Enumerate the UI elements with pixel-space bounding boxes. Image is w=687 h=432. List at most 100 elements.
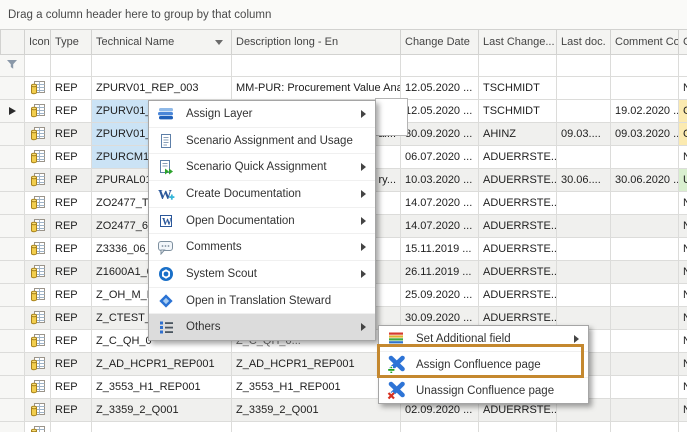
row-indicator[interactable]: [0, 77, 25, 100]
cell-confluence[interactable]: N: [679, 307, 687, 330]
row-indicator[interactable]: [0, 422, 25, 432]
column-header-type[interactable]: Type: [51, 29, 92, 55]
menu-item-assign-confluence-page[interactable]: Assign Confluence page: [379, 351, 588, 377]
row-indicator[interactable]: [0, 307, 25, 330]
cell-last_doc[interactable]: [557, 261, 611, 284]
report-icon-cell[interactable]: [25, 215, 51, 238]
cell-change_date[interactable]: 25.09.2020 ...: [401, 284, 479, 307]
cell-confluence[interactable]: N: [679, 376, 687, 399]
column-header-technical_name[interactable]: Technical Name: [92, 29, 232, 55]
cell-last_doc[interactable]: 30.06....: [557, 169, 611, 192]
menu-item-others[interactable]: Others: [149, 313, 375, 340]
cell-description[interactable]: Z_3359_2_Q001: [232, 399, 401, 422]
cell-comment_date[interactable]: [611, 238, 679, 261]
cell-change_date[interactable]: 30.09.2020 ...: [401, 123, 479, 146]
cell-technical_name[interactable]: Z_3359_2_Q001: [92, 399, 232, 422]
cell-confluence[interactable]: N: [679, 77, 687, 100]
cell-change_date[interactable]: [401, 422, 479, 432]
menu-item-open-in-translation-steward[interactable]: Open in Translation Steward: [149, 287, 375, 314]
menu-item-unassign-confluence-page[interactable]: Unassign Confluence page: [379, 377, 588, 403]
cell-type[interactable]: REP: [51, 169, 92, 192]
menu-item-open-documentation[interactable]: WOpen Documentation: [149, 207, 375, 234]
menu-item-scenario-quick-assignment[interactable]: Scenario Quick Assignment: [149, 153, 375, 180]
cell-last_changed_by[interactable]: TSCHMIDT: [479, 100, 557, 123]
filter-cell-technical_name[interactable]: [92, 55, 232, 77]
cell-technical_name[interactable]: [92, 422, 232, 432]
menu-item-scenario-assignment-and-usage[interactable]: Scenario Assignment and Usage: [149, 127, 375, 154]
cell-type[interactable]: REP: [51, 353, 92, 376]
cell-comment_date[interactable]: [611, 330, 679, 353]
cell-last_changed_by[interactable]: ADUERRSTE...: [479, 192, 557, 215]
row-indicator[interactable]: [0, 330, 25, 353]
cell-last_doc[interactable]: [557, 284, 611, 307]
cell-description[interactable]: Z_AD_HCPR1_REP001: [232, 353, 401, 376]
cell-last_changed_by[interactable]: ADUERRSTE...: [479, 238, 557, 261]
filter-cell-confluence[interactable]: [679, 55, 687, 77]
row-indicator[interactable]: [0, 376, 25, 399]
report-icon-cell[interactable]: [25, 399, 51, 422]
cell-comment_date[interactable]: [611, 77, 679, 100]
filter-cell-last_changed_by[interactable]: [479, 55, 557, 77]
column-header-description[interactable]: Description long - En: [232, 29, 401, 55]
cell-confluence[interactable]: N: [679, 353, 687, 376]
cell-last_changed_by[interactable]: ADUERRSTE...: [479, 215, 557, 238]
report-icon-cell[interactable]: [25, 307, 51, 330]
report-icon-cell[interactable]: [25, 192, 51, 215]
report-icon-cell[interactable]: [25, 330, 51, 353]
cell-comment_date[interactable]: [611, 146, 679, 169]
cell-technical_name[interactable]: ZPURV01_REP_003: [92, 77, 232, 100]
cell-confluence[interactable]: U: [679, 169, 687, 192]
cell-comment_date[interactable]: [611, 376, 679, 399]
row-indicator[interactable]: [0, 146, 25, 169]
cell-comment_date[interactable]: [611, 307, 679, 330]
cell-confluence[interactable]: C: [679, 123, 687, 146]
cell-comment_date[interactable]: [611, 353, 679, 376]
cell-type[interactable]: REP: [51, 376, 92, 399]
report-icon-cell[interactable]: [25, 123, 51, 146]
row-indicator[interactable]: [0, 215, 25, 238]
filter-cell-change_date[interactable]: [401, 55, 479, 77]
cell-technical_name[interactable]: Z_3553_H1_REP001: [92, 376, 232, 399]
cell-type[interactable]: REP: [51, 399, 92, 422]
row-indicator[interactable]: [0, 284, 25, 307]
cell-type[interactable]: REP: [51, 330, 92, 353]
row-indicator[interactable]: [0, 261, 25, 284]
cell-last_doc[interactable]: [557, 215, 611, 238]
report-icon-cell[interactable]: [25, 146, 51, 169]
cell-type[interactable]: REP: [51, 123, 92, 146]
column-header-confluence[interactable]: C: [679, 29, 687, 55]
cell-technical_name[interactable]: Z_AD_HCPR1_REP001: [92, 353, 232, 376]
row-indicator[interactable]: [0, 353, 25, 376]
filter-cell-type[interactable]: [51, 55, 92, 77]
filter-cell-icon[interactable]: [25, 55, 51, 77]
row-indicator[interactable]: [0, 238, 25, 261]
cell-confluence[interactable]: N: [679, 330, 687, 353]
menu-item-assign-layer[interactable]: Assign Layer: [149, 101, 375, 127]
cell-last_changed_by[interactable]: ADUERRSTE...: [479, 261, 557, 284]
cell-change_date[interactable]: 14.07.2020 ...: [401, 215, 479, 238]
cell-change_date[interactable]: 12.05.2020 ...: [401, 77, 479, 100]
cell-description[interactable]: MM-PUR: Procurement Value Anal...: [232, 77, 401, 100]
cell-comment_date[interactable]: [611, 192, 679, 215]
cell-type[interactable]: REP: [51, 77, 92, 100]
cell-comment_date[interactable]: 09.03.2020 ...: [611, 123, 679, 146]
cell-type[interactable]: REP: [51, 146, 92, 169]
cell-description[interactable]: [232, 422, 401, 432]
cell-last_changed_by[interactable]: TSCHMIDT: [479, 77, 557, 100]
row-indicator[interactable]: [0, 192, 25, 215]
report-icon-cell[interactable]: [25, 261, 51, 284]
cell-type[interactable]: REP: [51, 284, 92, 307]
cell-last_doc[interactable]: [557, 192, 611, 215]
cell-comment_date[interactable]: [611, 261, 679, 284]
report-icon-cell[interactable]: [25, 100, 51, 123]
column-header-comment_date[interactable]: Comment Co...: [611, 29, 679, 55]
cell-change_date[interactable]: 06.07.2020 ...: [401, 146, 479, 169]
cell-change_date[interactable]: 10.03.2020 ...: [401, 169, 479, 192]
cell-last_changed_by[interactable]: [479, 422, 557, 432]
filter-cell-last_doc[interactable]: [557, 55, 611, 77]
cell-comment_date[interactable]: [611, 399, 679, 422]
report-icon-cell[interactable]: [25, 422, 51, 432]
cell-confluence[interactable]: C: [679, 100, 687, 123]
report-icon-cell[interactable]: [25, 169, 51, 192]
cell-confluence[interactable]: N: [679, 238, 687, 261]
